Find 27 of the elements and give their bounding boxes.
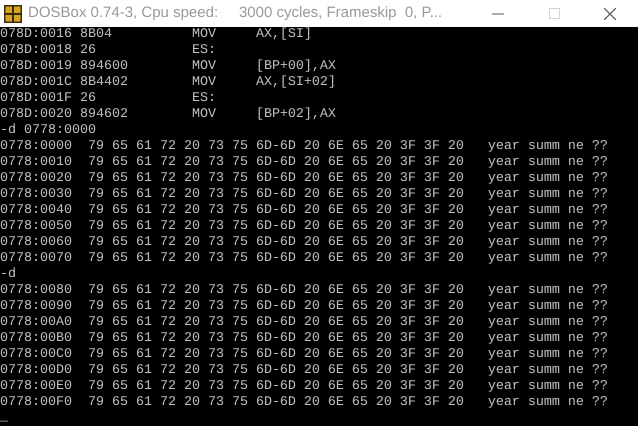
app-icon (4, 4, 22, 22)
terminal-line: 078D:0019 894600 MOV [BP+00],AX (0, 59, 337, 75)
terminal-line: 0778:00D0 79 65 61 72 20 73 75 6D-6D 20 6E 65 20 3F 3F 20 year summ ne ?? (0, 363, 609, 379)
terminal-line: 0778:00B0 79 65 61 72 20 73 75 6D-6D 20 6E 65 20 3F 3F 20 year summ ne ?? (0, 331, 609, 347)
terminal-line: 078D:001F 26 ES: (0, 91, 217, 107)
terminal-line: 0778:00F0 79 65 61 72 20 73 75 6D-6D 20 6E 65 20 3F 3F 20 year summ ne ?? (0, 395, 609, 411)
terminal-line: -d 0778:0000 (0, 123, 97, 139)
terminal-line: 0778:0030 79 65 61 72 20 73 75 6D-6D 20 6E 65 20 3F 3F 20 year summ ne ?? (0, 187, 609, 203)
terminal-line: 0778:00A0 79 65 61 72 20 73 75 6D-6D 20 6E 65 20 3F 3F 20 year summ ne ?? (0, 315, 609, 331)
terminal-line: 0778:0050 79 65 61 72 20 73 75 6D-6D 20 6E 65 20 3F 3F 20 year summ ne ?? (0, 219, 609, 235)
terminal-line: 0778:0090 79 65 61 72 20 73 75 6D-6D 20 6E 65 20 3F 3F 20 year summ ne ?? (0, 299, 609, 315)
text-cursor: _ (0, 411, 8, 425)
terminal-line: 078D:0018 26 ES: (0, 43, 217, 59)
window-title: DOSBox 0.74-3, Cpu speed: 3000 cycles, Frameskip 0, P... (28, 3, 442, 24)
terminal-line: 078D:001C 8B4402 MOV AX,[SI+02] (0, 75, 337, 91)
terminal-line: 0778:0000 79 65 61 72 20 73 75 6D-6D 20 6E 65 20 3F 3F 20 year summ ne ?? (0, 139, 609, 155)
terminal-line: 078D:0016 8B04 MOV AX,[SI] (0, 27, 313, 43)
terminal-line: 0778:0010 79 65 61 72 20 73 75 6D-6D 20 6E 65 20 3F 3F 20 year summ ne ?? (0, 155, 609, 171)
terminal-line: 0778:0070 79 65 61 72 20 73 75 6D-6D 20 6E 65 20 3F 3F 20 year summ ne ?? (0, 251, 609, 267)
terminal-line: 0778:0060 79 65 61 72 20 73 75 6D-6D 20 6E 65 20 3F 3F 20 year summ ne ?? (0, 235, 609, 251)
terminal-line: 0778:00C0 79 65 61 72 20 73 75 6D-6D 20 6E 65 20 3F 3F 20 year summ ne ?? (0, 347, 609, 363)
terminal-line: 0778:0040 79 65 61 72 20 73 75 6D-6D 20 6E 65 20 3F 3F 20 year summ ne ?? (0, 203, 609, 219)
terminal-line: 0778:0080 79 65 61 72 20 73 75 6D-6D 20 6E 65 20 3F 3F 20 year summ ne ?? (0, 283, 609, 299)
terminal-line: 0778:0020 79 65 61 72 20 73 75 6D-6D 20 6E 65 20 3F 3F 20 year summ ne ?? (0, 171, 609, 187)
terminal-line: 078D:0020 894602 MOV [BP+02],AX (0, 107, 337, 123)
terminal-line: 0778:00E0 79 65 61 72 20 73 75 6D-6D 20 6E 65 20 3F 3F 20 year summ ne ?? (0, 379, 609, 395)
terminal-line: -d (0, 267, 17, 283)
